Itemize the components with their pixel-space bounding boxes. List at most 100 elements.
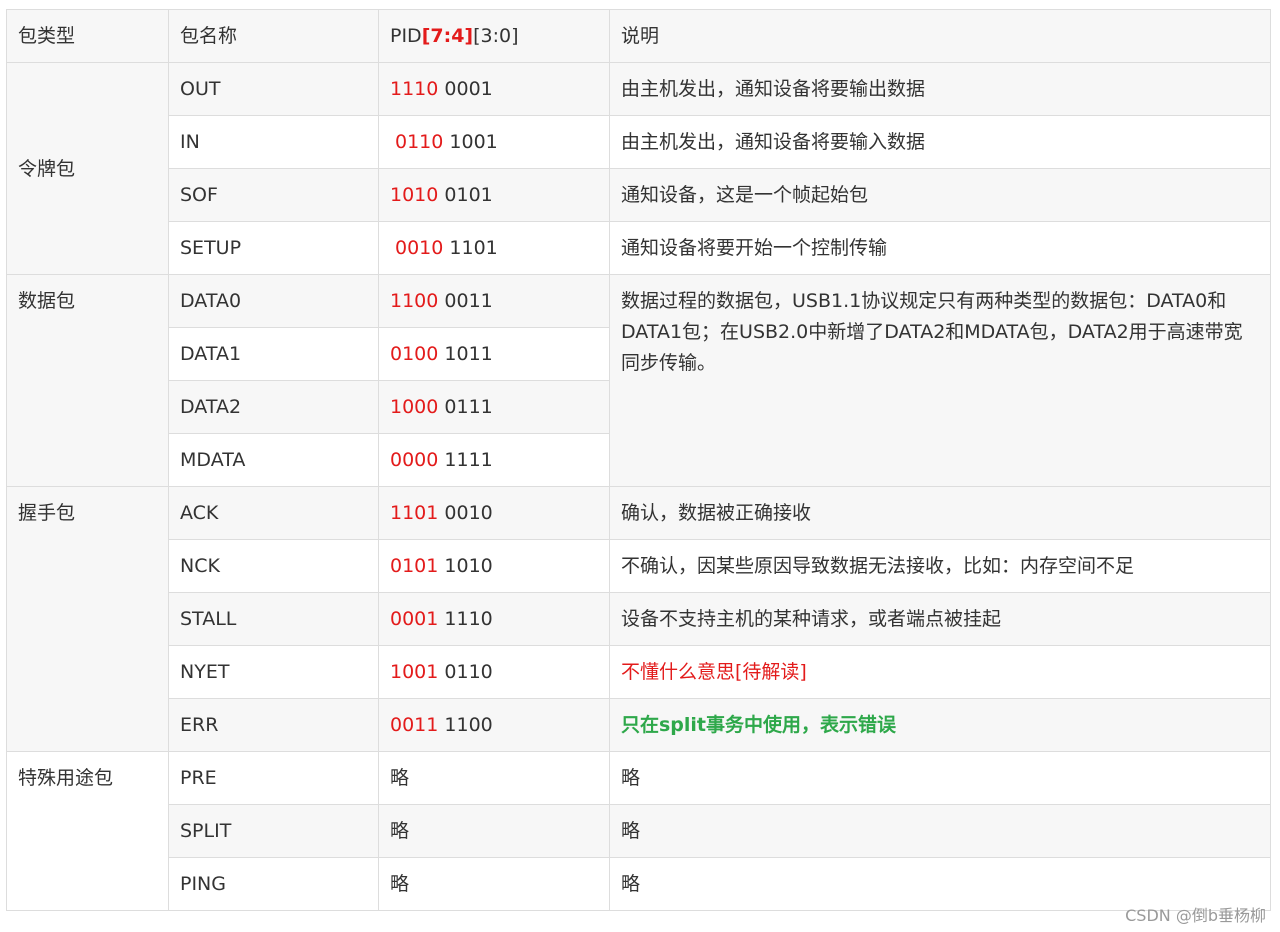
packet-description-err: 只在split事务中使用，表示错误 — [609, 698, 1271, 752]
pid-high: 0000 — [390, 449, 439, 471]
pid-high: 1101 — [390, 502, 439, 524]
group-special-label: 特殊用途包 — [18, 767, 114, 789]
packet-name: SPLIT — [168, 804, 379, 858]
table-row: SETUP 0010 1101 通知设备将要开始一个控制传输 — [7, 221, 1271, 275]
packet-pid: 0011 1100 — [378, 698, 610, 752]
pid-high: 0010 — [395, 237, 444, 259]
pid-high: 0011 — [390, 714, 439, 736]
packet-name: DATA0 — [168, 274, 379, 328]
packet-description: 略 — [609, 804, 1271, 858]
packet-description: 确认，数据被正确接收 — [609, 486, 1271, 540]
packet-name: DATA2 — [168, 380, 379, 434]
data-packet-description: 数据过程的数据包，USB1.1协议规定只有两种类型的数据包：DATA0和DATA… — [609, 274, 1271, 487]
table-row: PING 略 略 — [7, 857, 1271, 911]
pid-high: 1100 — [390, 290, 439, 312]
table-row: 令牌包 OUT 1110 0001 由主机发出，通知设备将要输出数据 — [6, 62, 1271, 275]
table-row: 握手包 ACK 1101 0010 确认，数据被正确接收 — [6, 486, 1271, 752]
packet-pid: 0001 1110 — [378, 592, 610, 646]
packet-pid: 1010 0101 — [378, 168, 610, 222]
pid-high: 0100 — [390, 343, 439, 365]
group-special: 特殊用途包 — [6, 751, 169, 911]
packet-name: SOF — [168, 168, 379, 222]
pid-low: 1011 — [444, 343, 493, 365]
table-row: 特殊用途包 PRE 略 略 — [6, 751, 1271, 911]
header-description: 说明 — [609, 9, 1271, 63]
packet-pid: 1000 0111 — [378, 380, 610, 434]
group-token-label: 令牌包 — [18, 157, 76, 180]
pid-high: 1000 — [390, 396, 439, 418]
packet-name: NCK — [168, 539, 379, 593]
packet-name: STALL — [168, 592, 379, 646]
packet-name: PRE — [168, 751, 379, 805]
packet-pid: 0110 1001 — [378, 115, 610, 169]
usb-packet-table: 包类型 包名称 PID[7:4][3:0] 说明 令牌包 OUT 1110 00… — [6, 9, 1271, 911]
header-pid: PID[7:4][3:0] — [378, 9, 610, 63]
pid-high: 1010 — [390, 184, 439, 206]
packet-description: 通知设备，这是一个帧起始包 — [609, 168, 1271, 222]
table-row: SOF 1010 0101 通知设备，这是一个帧起始包 — [7, 168, 1271, 222]
packet-pid: 0100 1011 — [378, 327, 610, 381]
packet-name: ERR — [168, 698, 379, 752]
pid-high: 0001 — [390, 608, 439, 630]
group-data-label: 数据包 — [18, 290, 76, 312]
header-packet-name: 包名称 — [168, 9, 379, 63]
packet-description: 设备不支持主机的某种请求，或者端点被挂起 — [609, 592, 1271, 646]
packet-name: NYET — [168, 645, 379, 699]
table-row: NCK 0101 1010 不确认，因某些原因导致数据无法接收，比如：内存空间不… — [7, 539, 1271, 593]
header-pid-low-bits: [3:0] — [473, 25, 519, 47]
pid-low: 1101 — [449, 237, 498, 259]
pid-low: 0001 — [444, 78, 493, 100]
packet-pid: 0010 1101 — [378, 221, 610, 275]
packet-pid: 0101 1010 — [378, 539, 610, 593]
packet-pid: 略 — [378, 857, 610, 911]
pid-low: 0010 — [444, 502, 493, 524]
csdn-watermark: CSDN @倒b垂杨柳 — [1125, 906, 1266, 925]
group-data: 数据包 — [6, 274, 169, 487]
packet-description: 略 — [609, 751, 1271, 805]
packet-name: SETUP — [168, 221, 379, 275]
pid-low: 0111 — [444, 396, 493, 418]
packet-name: MDATA — [168, 433, 379, 487]
pid-low: 1110 — [444, 608, 493, 630]
packet-description-nyet: 不懂什么意思[待解读] — [609, 645, 1271, 699]
group-handshake-label: 握手包 — [18, 502, 76, 524]
packet-description: 通知设备将要开始一个控制传输 — [609, 221, 1271, 275]
packet-name: ACK — [168, 486, 379, 540]
packet-name: PING — [168, 857, 379, 911]
group-token: 令牌包 — [6, 62, 169, 275]
packet-pid: 1100 0011 — [378, 274, 610, 328]
group-handshake: 握手包 — [6, 486, 169, 752]
packet-pid: 0000 1111 — [378, 433, 610, 487]
pid-low: 1001 — [449, 131, 498, 153]
table-row: 数据包 DATA0 1100 0011 数据过程的数据包，USB1.1协议规定只… — [6, 274, 1271, 487]
packet-pid: 1001 0110 — [378, 645, 610, 699]
pid-low: 0101 — [444, 184, 493, 206]
packet-description: 由主机发出，通知设备将要输出数据 — [609, 62, 1271, 116]
table-header-row: 包类型 包名称 PID[7:4][3:0] 说明 — [6, 9, 1271, 63]
pid-high: 1110 — [390, 78, 439, 100]
table-row: IN 0110 1001 由主机发出，通知设备将要输入数据 — [7, 115, 1271, 169]
packet-pid: 1110 0001 — [378, 62, 610, 116]
pid-high: 1001 — [390, 661, 439, 683]
header-packet-type: 包类型 — [6, 9, 169, 63]
pid-high: 0101 — [390, 555, 439, 577]
pid-low: 1100 — [444, 714, 493, 736]
header-pid-high-bits: [7:4] — [421, 25, 474, 47]
table-row: NYET 1001 0110 不懂什么意思[待解读] — [7, 645, 1271, 699]
packet-pid: 略 — [378, 751, 610, 805]
packet-description: 由主机发出，通知设备将要输入数据 — [609, 115, 1271, 169]
packet-description: 不确认，因某些原因导致数据无法接收，比如：内存空间不足 — [609, 539, 1271, 593]
packet-name: OUT — [168, 62, 379, 116]
packet-pid: 1101 0010 — [378, 486, 610, 540]
packet-pid: 略 — [378, 804, 610, 858]
pid-low: 1111 — [444, 449, 493, 471]
table-row: STALL 0001 1110 设备不支持主机的某种请求，或者端点被挂起 — [7, 592, 1271, 646]
pid-low: 0110 — [444, 661, 493, 683]
packet-name: IN — [168, 115, 379, 169]
header-pid-prefix: PID — [390, 25, 422, 47]
packet-name: DATA1 — [168, 327, 379, 381]
pid-high: 0110 — [395, 131, 444, 153]
table-row: SPLIT 略 略 — [7, 804, 1271, 858]
table-row: ERR 0011 1100 只在split事务中使用，表示错误 — [7, 698, 1271, 752]
pid-low: 1010 — [444, 555, 493, 577]
